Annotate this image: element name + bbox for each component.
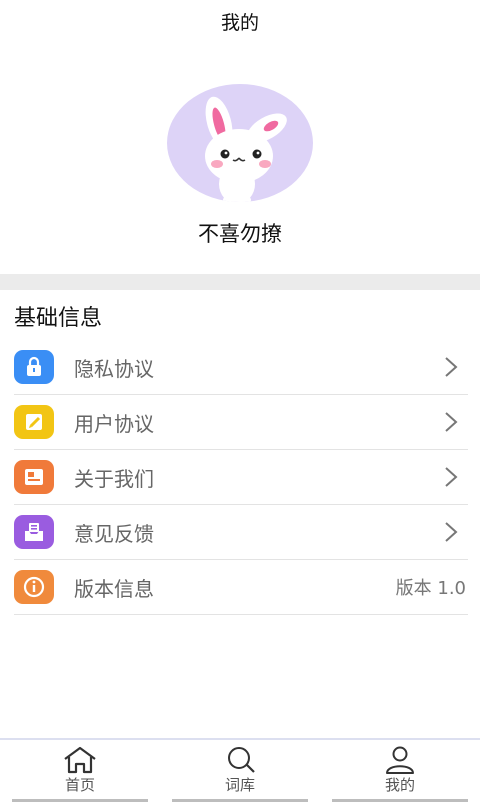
list-item-label: 用户协议 <box>74 411 154 436</box>
tab-dictionary[interactable]: 词库 <box>160 740 320 802</box>
list-item-user-agreement[interactable]: 用户协议 <box>14 395 468 450</box>
list-item-label: 关于我们 <box>74 466 154 491</box>
inbox-icon <box>14 515 54 549</box>
section-title: 基础信息 <box>14 306 103 331</box>
tab-label: 首页 <box>64 776 95 794</box>
tab-mine[interactable]: 我的 <box>320 740 480 802</box>
avatar[interactable] <box>167 84 313 202</box>
card-icon <box>14 460 54 494</box>
chevron-right-icon <box>445 522 458 542</box>
settings-list: 隐私协议 用户协议 关于我们 意见反馈 版本信息 版本 1.0 <box>14 340 468 615</box>
user-icon <box>386 746 414 774</box>
list-item-privacy[interactable]: 隐私协议 <box>14 340 468 395</box>
lock-icon <box>14 350 54 384</box>
chevron-right-icon <box>445 467 458 487</box>
search-icon <box>228 747 255 773</box>
home-icon <box>64 746 96 774</box>
list-item-label: 意见反馈 <box>74 521 154 546</box>
list-item-label: 版本信息 <box>74 576 154 601</box>
section-divider <box>0 274 480 290</box>
list-item-label: 隐私协议 <box>74 356 154 381</box>
nickname: 不喜勿撩 <box>198 222 282 246</box>
list-item-version[interactable]: 版本信息 版本 1.0 <box>14 560 468 615</box>
list-item-feedback[interactable]: 意见反馈 <box>14 505 468 560</box>
profile-section: 不喜勿撩 <box>0 46 480 274</box>
edit-icon <box>14 405 54 439</box>
version-value: 版本 1.0 <box>395 578 466 599</box>
tab-label: 词库 <box>224 776 255 794</box>
bottom-tab-bar: 首页 词库 我的 <box>0 738 480 802</box>
chevron-right-icon <box>445 412 458 432</box>
list-item-about-us[interactable]: 关于我们 <box>14 450 468 505</box>
bunny-avatar-image <box>205 96 287 202</box>
tab-label: 我的 <box>384 776 415 794</box>
tab-home[interactable]: 首页 <box>0 740 160 802</box>
page-title: 我的 <box>220 12 259 34</box>
info-icon <box>14 570 54 604</box>
chevron-right-icon <box>445 357 458 377</box>
